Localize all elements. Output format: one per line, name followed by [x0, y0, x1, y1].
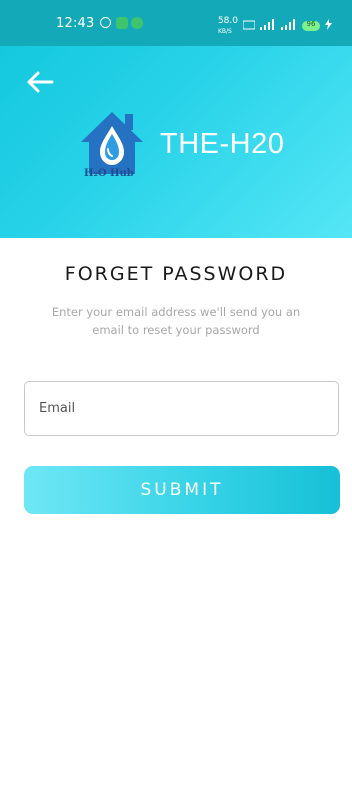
status-bar: 12:43 58.0 KB/S 96	[0, 0, 352, 46]
brand-title: THE-H20	[160, 128, 285, 160]
battery-icon: 96	[302, 20, 320, 31]
submit-button[interactable]: SUBMIT	[24, 466, 340, 514]
charging-icon	[325, 19, 332, 33]
header-banner: 12:43 58.0 KB/S 96 H₂O Hub THE-H20	[0, 0, 352, 238]
signal-icon	[260, 19, 276, 33]
arrow-left-icon	[27, 71, 54, 93]
logo-text: H₂O Hub	[84, 168, 134, 179]
back-button[interactable]	[22, 64, 58, 100]
status-indicators: 58.0 KB/S 96	[218, 16, 332, 36]
message-notification-icon	[131, 17, 143, 29]
network-speed: 58.0 KB/S	[217, 16, 238, 35]
volte-icon	[242, 19, 256, 34]
page-title: FORGET PASSWORD	[64, 263, 288, 285]
signal-icon-secondary	[281, 19, 297, 33]
app-notification-icon	[116, 17, 128, 29]
status-time: 12:43	[56, 16, 95, 31]
email-field[interactable]	[24, 381, 339, 436]
whatsapp-icon	[100, 17, 111, 28]
page-subtitle: Enter your email address we'll send you …	[51, 305, 301, 337]
